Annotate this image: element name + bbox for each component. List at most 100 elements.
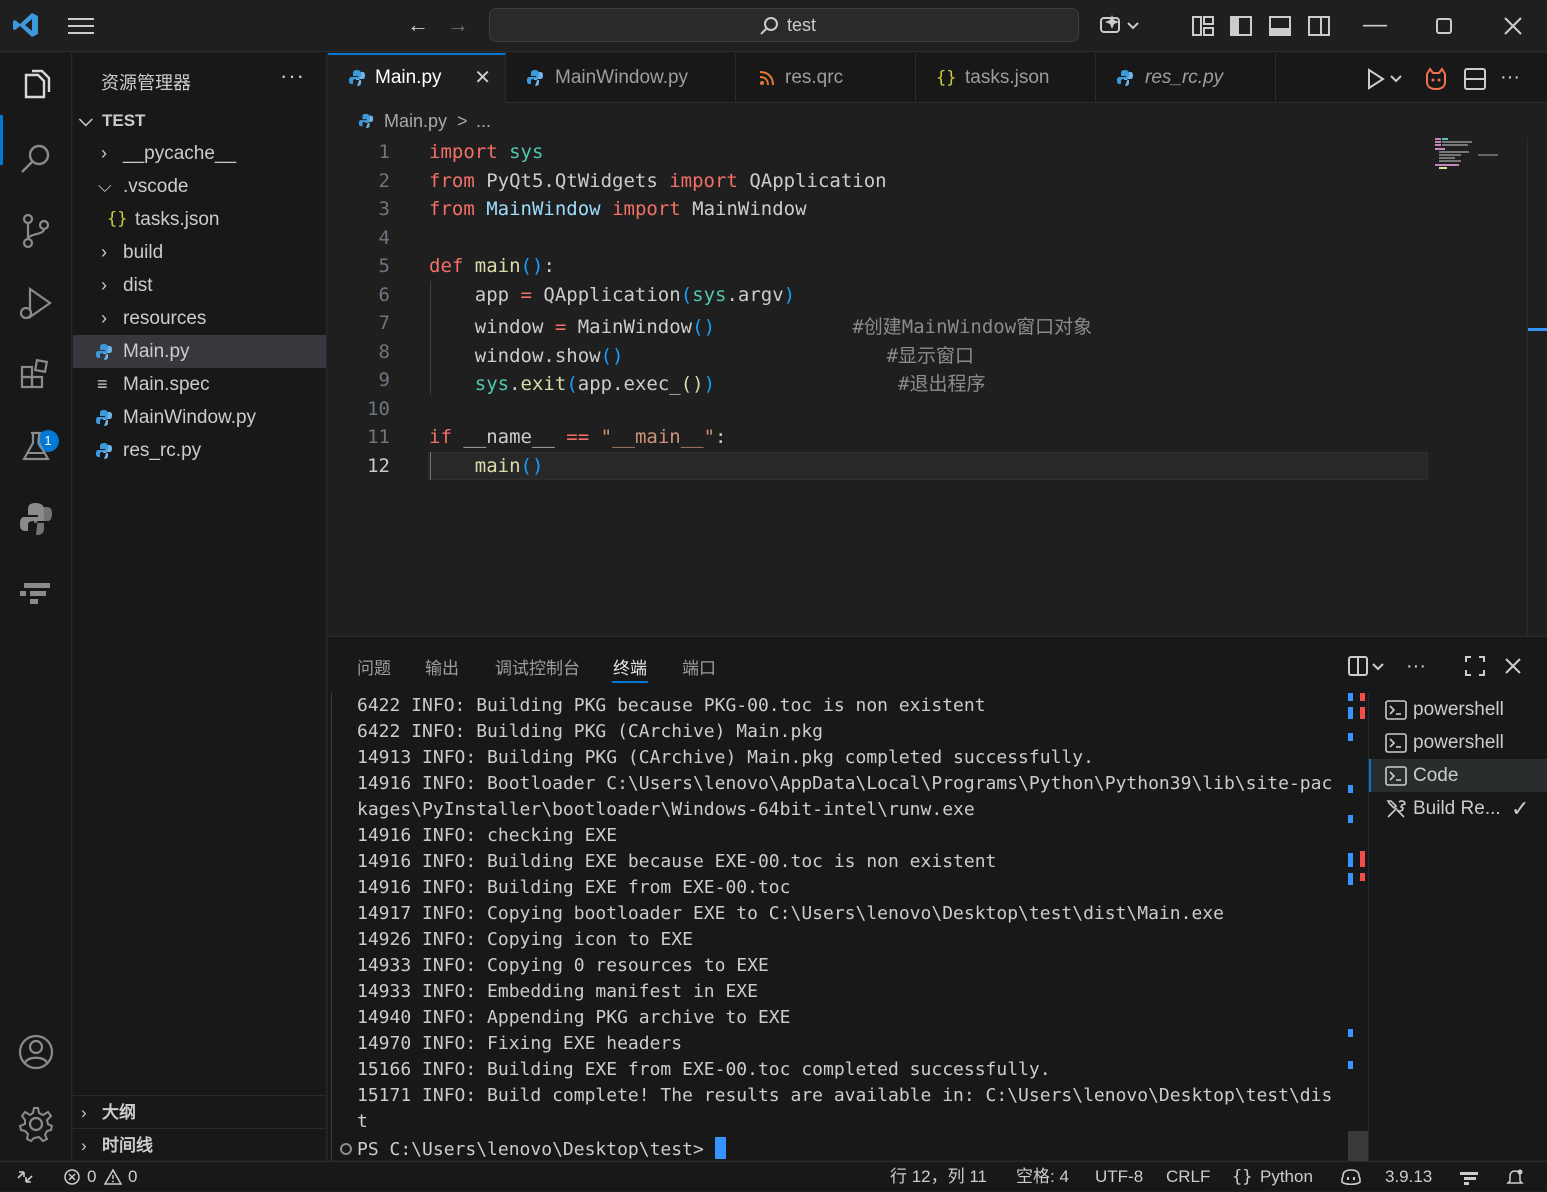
terminal-line: 14913 INFO: Building PKG (CArchive) Main…: [357, 747, 1094, 768]
timeline-section[interactable]: › 时间线: [73, 1128, 326, 1161]
search-view-icon[interactable]: [16, 139, 56, 179]
chevron-right-icon: ›: [101, 242, 107, 262]
language-mode[interactable]: Python: [1260, 1162, 1313, 1192]
explorer-icon[interactable]: [16, 67, 56, 107]
python-version[interactable]: 3.9.13: [1385, 1162, 1432, 1192]
copilot-icon[interactable]: [1340, 1168, 1362, 1186]
scroll-thumb[interactable]: [1348, 1131, 1368, 1161]
error-icon[interactable]: [63, 1168, 81, 1186]
run-python-file-icon[interactable]: [1364, 66, 1406, 92]
split-terminal-icon[interactable]: [1346, 653, 1390, 679]
terminal-item-code[interactable]: Code: [1369, 759, 1547, 792]
close-window-button[interactable]: [1499, 12, 1527, 40]
tab-output[interactable]: 输出: [425, 654, 459, 679]
line-number: 12: [367, 455, 390, 477]
tab-main-py[interactable]: Main.py ✕: [328, 53, 506, 103]
back-arrow-icon[interactable]: ←: [404, 12, 432, 40]
minimap[interactable]: [1433, 138, 1508, 178]
customize-layout-icon[interactable]: [1189, 12, 1217, 40]
python-file-icon: [527, 70, 543, 86]
terminal-icon: [1385, 700, 1407, 720]
folder-resources[interactable]: › resources: [73, 302, 326, 335]
file-main-py[interactable]: Main.py: [73, 335, 326, 368]
line-number: 11: [367, 426, 390, 448]
chevron-down-icon: ⌵: [79, 110, 93, 130]
terminal-scrollbar[interactable]: [1348, 693, 1368, 1161]
breadcrumb-file[interactable]: Main.py: [384, 104, 447, 138]
indentation[interactable]: 空格: 4: [1016, 1162, 1069, 1192]
testing-flask-icon[interactable]: [16, 427, 56, 467]
terminal-output[interactable]: 6422 INFO: Building PKG because PKG-00.t…: [332, 693, 1348, 1161]
cat-extension-icon[interactable]: [1423, 66, 1449, 92]
error-count[interactable]: 0: [87, 1162, 96, 1192]
toggle-secondary-sidebar-icon[interactable]: [1305, 12, 1333, 40]
maximize-button[interactable]: [1430, 12, 1458, 40]
command-center-search[interactable]: test: [489, 8, 1079, 42]
code-line: main(): [474, 455, 544, 477]
breadcrumb-symbols[interactable]: ...: [476, 104, 491, 138]
file-mainwindow-py[interactable]: MainWindow.py: [73, 401, 326, 434]
tab-ports[interactable]: 端口: [682, 654, 716, 679]
folder-pycache[interactable]: › __pycache__: [73, 137, 326, 170]
code-editor[interactable]: 1 2 3 4 5 6 7 8 9 10 11 12 import sys fr…: [328, 138, 1547, 635]
folder-dist[interactable]: › dist: [73, 269, 326, 302]
copilot-sparkle-icon[interactable]: [1098, 12, 1142, 40]
source-control-icon[interactable]: [16, 211, 56, 251]
file-main-spec[interactable]: ≡ Main.spec: [73, 368, 326, 401]
current-line-highlight: [428, 452, 1428, 480]
remote-explorer-icon[interactable]: [16, 571, 56, 611]
active-tab-underline: [612, 681, 648, 683]
warning-count[interactable]: 0: [128, 1162, 137, 1192]
python-file-icon: [96, 443, 112, 459]
file-res-rc-py[interactable]: res_rc.py: [73, 434, 326, 467]
sidebar-title: 资源管理器: [101, 73, 191, 93]
tab-tasks-json[interactable]: {} tasks.json: [916, 53, 1096, 103]
terminal-item-powershell[interactable]: powershell: [1369, 726, 1547, 759]
cursor-position[interactable]: 行 12，列 11: [890, 1162, 987, 1192]
terminal-item-powershell[interactable]: powershell: [1369, 693, 1547, 726]
hamburger-menu-icon[interactable]: [66, 14, 96, 38]
remote-icon[interactable]: [16, 1168, 34, 1186]
extensions-icon[interactable]: [16, 355, 56, 395]
tab-debug-console[interactable]: 调试控制台: [495, 654, 580, 679]
sidebar-more-icon[interactable]: ···: [280, 63, 305, 89]
forward-arrow-icon[interactable]: →: [444, 12, 472, 40]
folder-root-test[interactable]: ⌵ TEST: [73, 104, 326, 137]
line-number: 1: [378, 141, 390, 163]
python-icon[interactable]: [16, 499, 56, 539]
editor-scrollbar[interactable]: [1527, 138, 1528, 635]
scroll-marker: [1348, 1029, 1353, 1037]
close-tab-icon[interactable]: ✕: [474, 55, 491, 101]
run-debug-icon[interactable]: [16, 283, 56, 323]
tab-res-rc-py[interactable]: res_rc.py: [1096, 53, 1276, 103]
python-file-icon: [96, 344, 112, 360]
outline-section[interactable]: › 大纲: [73, 1095, 326, 1128]
tab-res-qrc[interactable]: res.qrc: [736, 53, 916, 103]
scroll-marker: [1360, 693, 1365, 701]
close-panel-icon[interactable]: [1500, 653, 1526, 679]
end-of-line[interactable]: CRLF: [1166, 1162, 1210, 1192]
bottom-panel: 问题 输出 调试控制台 终端 端口 ··· 6422 INFO: Buildin…: [328, 636, 1547, 1161]
encoding[interactable]: UTF-8: [1095, 1162, 1143, 1192]
folder-vscode[interactable]: ⌵ .vscode: [73, 170, 326, 203]
remote-explorer-status-icon[interactable]: [1458, 1168, 1480, 1186]
folder-build[interactable]: › build: [73, 236, 326, 269]
tab-problems[interactable]: 问题: [357, 654, 391, 679]
accounts-icon[interactable]: [16, 1032, 56, 1072]
tab-mainwindow-py[interactable]: MainWindow.py: [506, 53, 736, 103]
split-editor-icon[interactable]: [1462, 66, 1488, 92]
file-tasks-json[interactable]: {} tasks.json: [73, 203, 326, 236]
toggle-panel-icon[interactable]: [1266, 12, 1294, 40]
warning-icon[interactable]: [104, 1168, 122, 1186]
line-number: 10: [367, 398, 390, 420]
notifications-bell-icon[interactable]: [1506, 1168, 1524, 1186]
code-line: from MainWindow import MainWindow: [429, 198, 807, 220]
tab-terminal[interactable]: 终端: [613, 654, 647, 679]
terminal-item-build-task[interactable]: Build Re... ✓: [1369, 792, 1547, 825]
toggle-primary-sidebar-icon[interactable]: [1227, 12, 1255, 40]
maximize-panel-icon[interactable]: [1462, 653, 1488, 679]
settings-gear-icon[interactable]: [16, 1104, 56, 1144]
panel-more-icon[interactable]: ···: [1403, 653, 1429, 679]
editor-more-icon[interactable]: ···: [1500, 66, 1526, 92]
minimize-button[interactable]: —: [1360, 10, 1390, 40]
